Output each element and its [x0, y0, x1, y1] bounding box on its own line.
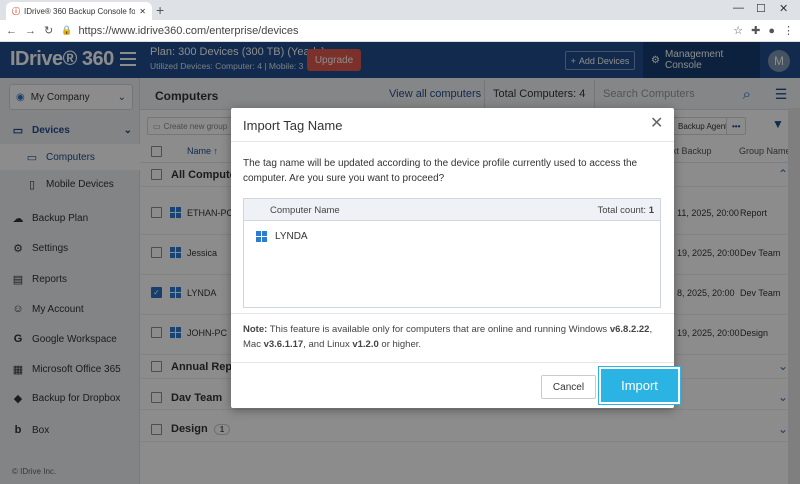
note-label: Note: — [243, 324, 268, 335]
address-bar[interactable]: 🔒 https://www.idrive360.com/enterprise/d… — [61, 25, 725, 37]
cancel-button[interactable]: Cancel — [541, 375, 596, 399]
forward-icon[interactable]: → — [25, 25, 36, 37]
import-button[interactable]: Import — [599, 367, 680, 404]
extensions-icon[interactable]: ✚ — [751, 24, 760, 37]
new-tab-button[interactable]: + — [156, 2, 164, 18]
tab-close-icon[interactable]: ✕ — [139, 7, 146, 16]
address-bar-row: ← → ↻ 🔒 https://www.idrive360.com/enterp… — [0, 20, 800, 42]
browser-tab[interactable]: ⓘ IDrive® 360 Backup Console for ✕ — [6, 2, 152, 20]
lock-icon: 🔒 — [61, 25, 73, 35]
browser-menu-icon[interactable]: ⋮ — [783, 24, 794, 37]
total-count-label: Total count: — [597, 205, 647, 216]
computer-list-header: Computer Name Total count: 1 — [244, 199, 660, 221]
back-icon[interactable]: ← — [6, 25, 17, 37]
computer-name: LYNDA — [275, 231, 308, 242]
dialog-divider — [231, 141, 674, 142]
list-item: LYNDA — [256, 231, 308, 242]
dialog-note: Note: This feature is available only for… — [243, 322, 663, 352]
minimize-icon[interactable]: — — [733, 2, 744, 14]
dialog-divider — [231, 313, 674, 314]
profile-icon[interactable]: ● — [768, 25, 775, 37]
note-text-end: or higher. — [378, 339, 422, 350]
tab-title: IDrive® 360 Backup Console for — [24, 6, 136, 16]
total-count: Total count: 1 — [597, 205, 654, 216]
note-windows-version: v6.8.2.22 — [609, 324, 650, 335]
maximize-icon[interactable]: ☐ — [756, 2, 766, 15]
total-count-value: 1 — [648, 205, 654, 216]
close-icon[interactable]: ✕ — [650, 116, 663, 132]
star-icon[interactable]: ☆ — [733, 24, 743, 37]
window-close-icon[interactable]: ✕ — [779, 2, 788, 15]
dialog-divider — [231, 362, 674, 363]
windows-icon — [256, 231, 267, 242]
note-mac-version: v3.6.1.17 — [263, 339, 304, 350]
reload-icon[interactable]: ↻ — [44, 24, 53, 37]
note-text-linux: , and Linux — [303, 339, 353, 350]
idrive-favicon-icon: ⓘ — [12, 6, 20, 16]
note-text: This feature is available only for compu… — [267, 324, 610, 335]
computer-name-column: Computer Name — [270, 205, 340, 216]
url-text: https://www.idrive360.com/enterprise/dev… — [78, 24, 299, 37]
dialog-title: Import Tag Name — [243, 118, 343, 133]
dialog-message: The tag name will be updated according t… — [243, 158, 638, 184]
note-linux-version: v1.2.0 — [352, 339, 379, 350]
